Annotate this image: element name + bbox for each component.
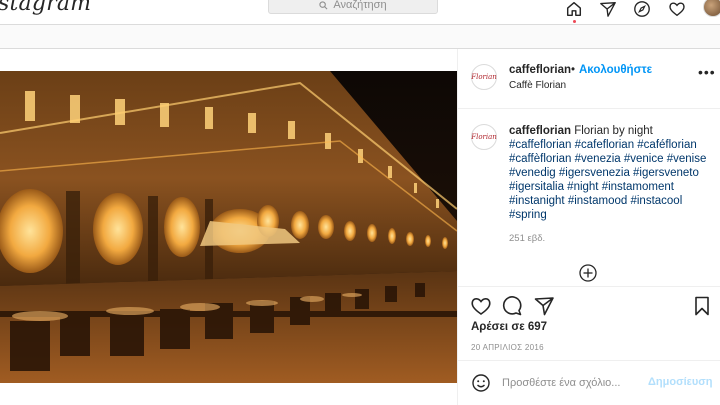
action-bar: [458, 286, 720, 316]
post-comment-button[interactable]: Δημοσίευση: [648, 376, 713, 388]
more-options-icon[interactable]: •••: [698, 65, 716, 79]
post-header: Florian caffeflorian • Ακολουθήστε Caffè…: [458, 49, 720, 109]
comment-bar: Δημοσίευση: [458, 360, 720, 405]
likes-count[interactable]: Αρέσει σε 697: [471, 321, 547, 333]
caption-author-avatar[interactable]: Florian: [471, 124, 497, 150]
follow-button[interactable]: Ακολουθήστε: [579, 64, 652, 76]
emoji-icon[interactable]: [471, 373, 491, 393]
caption-username[interactable]: caffeflorian: [509, 125, 571, 137]
separator-dot: •: [571, 64, 576, 76]
author-username[interactable]: caffeflorian: [509, 64, 571, 76]
post-date: 20 ΑΠΡΙΛΙΟΣ 2016: [471, 343, 544, 352]
caption-age: 251 εβδ.: [509, 233, 546, 244]
like-icon[interactable]: [470, 295, 492, 317]
caption-hashtags[interactable]: #caffeflorian #cafeflorian #caféflorian …: [509, 139, 706, 221]
comment-input[interactable]: [502, 373, 642, 393]
author-avatar[interactable]: Florian: [471, 64, 497, 90]
explore-icon[interactable]: [633, 0, 653, 20]
top-navigation-bar: stagram Αναζήτηση: [0, 0, 720, 25]
profile-avatar[interactable]: [703, 0, 720, 17]
heart-icon[interactable]: [668, 0, 688, 20]
location-link[interactable]: Caffè Florian: [509, 80, 566, 91]
save-icon[interactable]: [691, 295, 713, 317]
post-side-panel: Florian caffeflorian • Ακολουθήστε Caffè…: [457, 49, 720, 405]
home-icon[interactable]: [565, 0, 585, 23]
direct-icon[interactable]: [599, 0, 619, 20]
instagram-logo[interactable]: stagram: [0, 0, 91, 16]
post-card: Florian caffeflorian • Ακολουθήστε Caffè…: [0, 48, 720, 405]
search-icon: [319, 0, 328, 9]
notification-dot: [573, 20, 576, 23]
comment-icon[interactable]: [501, 295, 523, 317]
cafe-night-image: [0, 71, 457, 383]
search-bar[interactable]: Αναζήτηση: [268, 0, 438, 14]
share-icon[interactable]: [533, 295, 555, 317]
load-more-icon[interactable]: [578, 263, 598, 283]
search-placeholder: Αναζήτηση: [333, 0, 387, 11]
caption-text: Florian by night: [574, 125, 653, 137]
post-caption: caffeflorian Florian by night #caffeflor…: [509, 124, 714, 222]
post-photo[interactable]: [0, 71, 457, 383]
